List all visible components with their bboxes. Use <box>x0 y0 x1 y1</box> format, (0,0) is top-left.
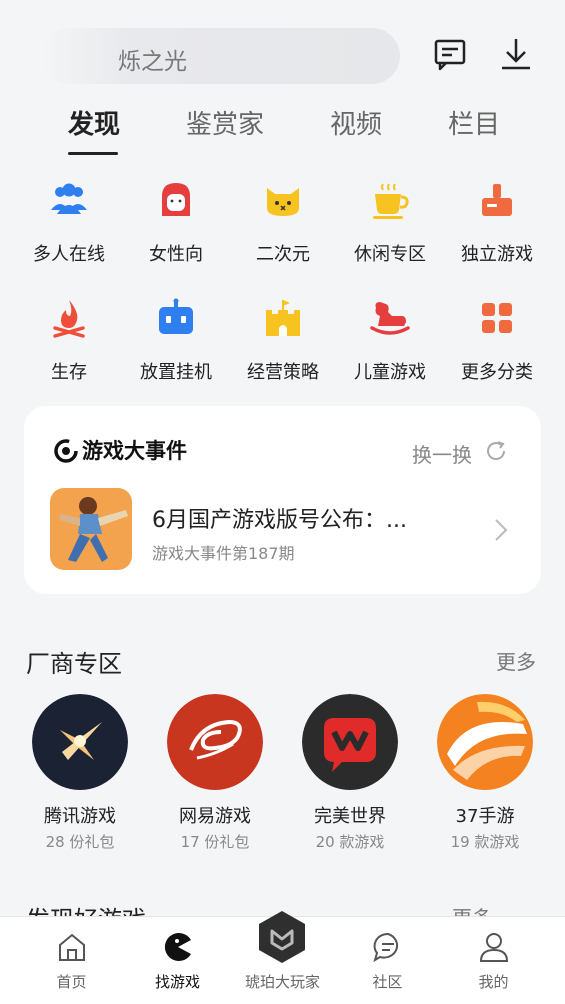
category-female[interactable]: 女性向 <box>121 180 231 280</box>
nav-find-games[interactable]: 找游戏 <box>121 917 234 1004</box>
event-issue: 游戏大事件第187期 <box>152 544 295 563</box>
event-section-title: 游戏大事件 <box>82 439 187 463</box>
event-artwork-icon <box>60 497 128 562</box>
people-icon <box>51 183 87 214</box>
swap-button[interactable]: 换一换 <box>412 439 472 468</box>
nav-community[interactable]: 社区 <box>331 917 444 1004</box>
joystick-icon <box>482 184 512 216</box>
vendor-37[interactable]: 37手游 19 款游戏 <box>425 694 545 854</box>
category-anime[interactable]: 二次元 <box>228 180 338 280</box>
tencent-logo <box>32 694 128 790</box>
girl-icon <box>162 183 190 216</box>
grid-icon <box>482 303 512 333</box>
vendor-tencent[interactable]: 腾讯游戏 28 份礼包 <box>20 694 140 854</box>
nav-amber-player[interactable]: 琥珀大玩家 <box>226 911 339 1004</box>
tab-connoisseur[interactable]: 鉴赏家 <box>186 104 264 141</box>
active-tab-indicator <box>68 152 118 155</box>
castle-icon <box>266 300 300 336</box>
perfect-world-logo <box>302 694 398 790</box>
category-indie[interactable]: 独立游戏 <box>442 180 552 280</box>
event-logo-icon <box>54 439 78 463</box>
category-more[interactable]: 更多分类 <box>442 298 552 398</box>
tab-video[interactable]: 视频 <box>330 104 382 141</box>
message-icon[interactable] <box>430 34 470 74</box>
vendors-title: 厂商专区 <box>26 650 122 678</box>
vendor-netease[interactable]: 网易游戏 17 份礼包 <box>155 694 275 854</box>
cup-icon <box>373 183 409 219</box>
refresh-icon[interactable] <box>484 439 508 463</box>
event-thumbnail[interactable] <box>50 488 132 570</box>
chevron-right-icon[interactable] <box>492 517 510 543</box>
category-multiplayer[interactable]: 多人在线 <box>14 180 124 280</box>
category-survival[interactable]: 生存 <box>14 298 124 398</box>
search-bar[interactable]: 烁之光 <box>40 28 400 84</box>
rocking-horse-icon <box>370 302 410 335</box>
netease-logo <box>167 694 263 790</box>
home-icon <box>59 933 85 961</box>
pacman-icon <box>164 933 191 961</box>
amber-badge-icon <box>259 911 305 963</box>
tab-discover[interactable]: 发现 <box>68 104 120 141</box>
search-text: 烁之光 <box>118 49 187 75</box>
status-bar-area <box>0 0 565 30</box>
category-idle[interactable]: 放置挂机 <box>121 298 231 398</box>
download-icon[interactable] <box>496 34 536 74</box>
tab-columns[interactable]: 栏目 <box>448 104 500 141</box>
nav-profile[interactable]: 我的 <box>437 917 550 1004</box>
campfire-icon <box>53 300 85 338</box>
37-logo <box>437 694 533 790</box>
robot-icon <box>159 298 193 334</box>
event-headline: 6月国产游戏版号公布：... <box>152 508 407 533</box>
vendor-perfect-world[interactable]: 完美世界 20 款游戏 <box>290 694 410 854</box>
category-kids[interactable]: 儿童游戏 <box>335 298 445 398</box>
bottom-navigation: 首页 找游戏 琥珀大玩家 社区 我的 <box>0 911 565 1004</box>
community-icon <box>373 932 399 963</box>
vendors-more-link[interactable]: 更多 <box>496 646 536 675</box>
category-strategy[interactable]: 经营策略 <box>228 298 338 398</box>
cat-icon <box>267 188 299 216</box>
category-casual[interactable]: 休闲专区 <box>335 180 445 280</box>
nav-home[interactable]: 首页 <box>15 917 128 1004</box>
profile-icon <box>479 933 509 962</box>
